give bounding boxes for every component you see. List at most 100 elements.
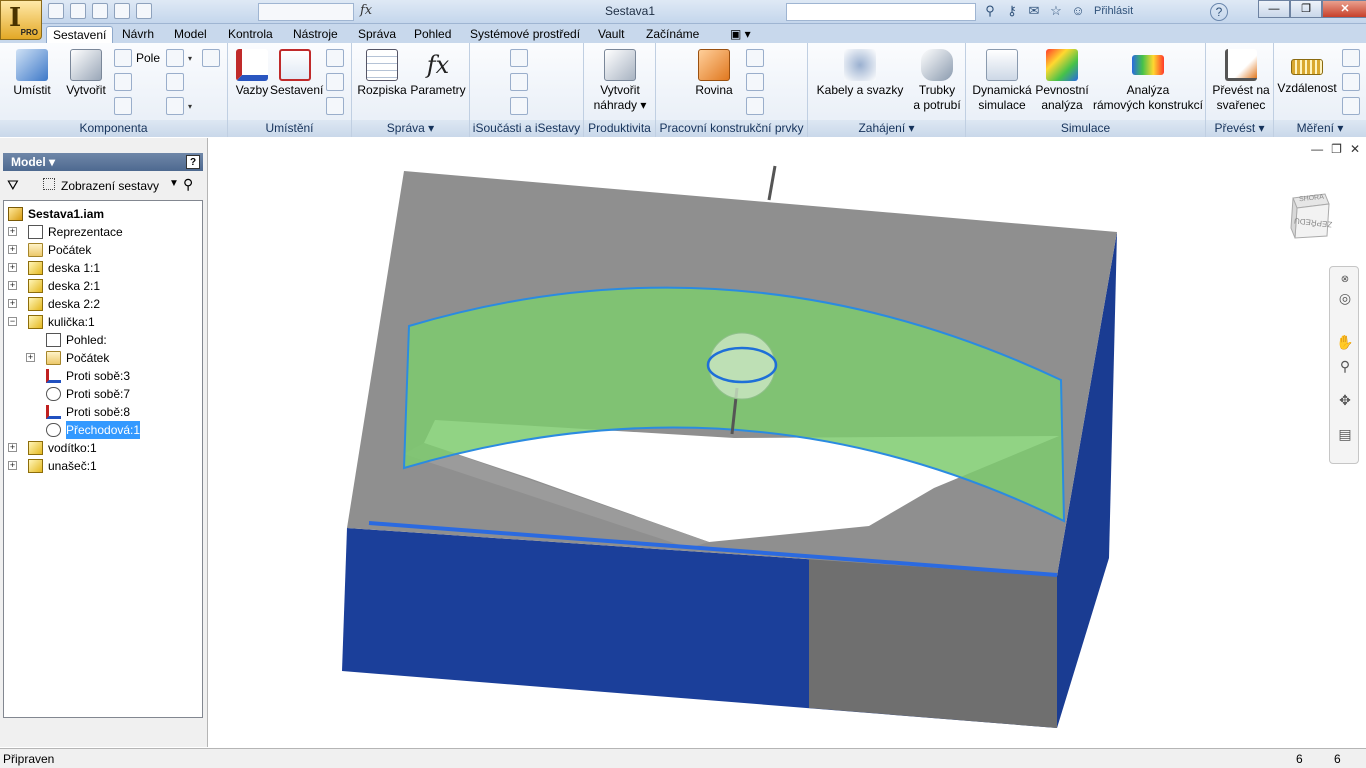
help-icon[interactable]: ? — [1210, 3, 1228, 21]
pattern-icon[interactable] — [114, 49, 132, 67]
pevnostni-analyza-button[interactable]: Pevnostní analýza — [1034, 49, 1090, 113]
tree-item[interactable]: + unašeč:1 — [4, 457, 200, 475]
grid-icon[interactable] — [202, 49, 220, 67]
tree-item[interactable]: + deska 2:1 — [4, 277, 200, 295]
edit-icon[interactable] — [166, 73, 184, 91]
application-menu-button[interactable]: I PRO — [0, 0, 42, 40]
vytvorit-nahrady-button[interactable]: Vytvořit náhrady ▾ — [588, 49, 652, 113]
kabely-button[interactable]: Kabely a svazky — [812, 49, 908, 98]
tree-expander[interactable]: + — [8, 443, 17, 452]
measure-angle-icon[interactable] — [1342, 49, 1360, 67]
close-button[interactable]: ✕ — [1322, 0, 1366, 18]
assembly-view-dropdown[interactable]: ▼ — [169, 178, 179, 189]
tree-item[interactable]: Sestava1.iam — [4, 205, 200, 223]
measure-loop-icon[interactable] — [1342, 73, 1360, 91]
panel-title-mereni[interactable]: Měření ▾ — [1274, 120, 1366, 137]
pole-label[interactable]: Pole — [136, 51, 160, 65]
undo-icon[interactable] — [114, 3, 130, 19]
ucs-icon[interactable] — [746, 97, 764, 115]
tree-expander[interactable]: − — [8, 317, 17, 326]
tree-item[interactable]: + Počátek — [4, 241, 200, 259]
qat-appearance-field[interactable] — [258, 3, 354, 21]
mirror-icon[interactable] — [114, 73, 132, 91]
shrinkwrap-dropdown[interactable]: ▾ — [188, 102, 192, 111]
model-scene[interactable] — [209, 138, 1366, 747]
replace-dropdown[interactable]: ▾ — [188, 54, 192, 63]
viewcube[interactable]: SHORA ZEPŘEDU — [1287, 188, 1333, 240]
prevest-svarenec-button[interactable]: Převést na svařenec — [1210, 49, 1272, 113]
tree-item[interactable]: Proti sobě:3 — [4, 367, 200, 385]
ramova-analyza-button[interactable]: Analýza rámových konstrukcí — [1090, 49, 1206, 113]
user-icon[interactable]: ☺ — [1070, 3, 1086, 19]
ipart-table-icon[interactable] — [510, 73, 528, 91]
redo-icon[interactable] — [136, 3, 152, 19]
close-icon[interactable]: ⊗ — [1336, 271, 1354, 289]
open-icon[interactable] — [70, 3, 86, 19]
sign-in-link[interactable]: Přihlásit — [1094, 5, 1184, 19]
save-icon[interactable] — [92, 3, 108, 19]
joint-icon[interactable] — [326, 97, 344, 115]
maximize-button[interactable]: ❐ — [1290, 0, 1322, 18]
create-ipart-icon[interactable] — [510, 49, 528, 67]
funnel-icon[interactable]: ⛛ — [7, 177, 19, 194]
panel-title-sprava[interactable]: Správa ▾ — [352, 120, 469, 137]
work-axis-icon[interactable] — [746, 49, 764, 67]
orbit-icon[interactable]: ✥ — [1336, 391, 1354, 409]
key-icon[interactable]: ⚷ — [1004, 3, 1020, 19]
vytvorit-button[interactable]: Vytvořit — [60, 49, 112, 98]
tree-item[interactable]: − kulička:1 — [4, 313, 200, 331]
zoom-icon[interactable]: ⚲ — [1336, 357, 1354, 375]
tab-model[interactable]: Model — [168, 26, 213, 43]
tab-pohled[interactable]: Pohled — [408, 26, 457, 43]
panel-title-prevest[interactable]: Převést ▾ — [1206, 120, 1273, 137]
tree-expander[interactable]: + — [8, 299, 17, 308]
tree-item[interactable]: Proti sobě:8 — [4, 403, 200, 421]
tree-item[interactable]: + deska 2:2 — [4, 295, 200, 313]
tab-systemove-prostredi[interactable]: Systémové prostředí — [464, 26, 586, 43]
parametry-button[interactable]: fx Parametry — [408, 49, 468, 98]
binoculars-icon[interactable]: ⚲ — [982, 3, 998, 19]
rotate-icon[interactable] — [326, 73, 344, 91]
tree-item[interactable]: Pohled: — [4, 331, 200, 349]
work-point-icon[interactable] — [746, 73, 764, 91]
vzdalenost-button[interactable]: Vzdálenost — [1276, 49, 1338, 96]
copy-icon[interactable] — [114, 97, 132, 115]
look-at-icon[interactable]: ▤ — [1336, 425, 1354, 443]
measure-area-icon[interactable] — [1342, 97, 1360, 115]
tree-expander[interactable]: + — [8, 461, 17, 470]
tree-item[interactable]: + Počátek — [4, 349, 200, 367]
assembly-view-label[interactable]: Zobrazení sestavy — [61, 179, 159, 193]
rovina-button[interactable]: Rovina — [686, 49, 742, 98]
graphics-window[interactable]: — ❐ ✕ SHORA ZEPŘEDU ⊗ ◎ ✋ ⚲ ✥ ▤ — [209, 138, 1366, 747]
tab-sestaveni[interactable]: Sestavení — [46, 26, 114, 43]
move-icon[interactable] — [326, 49, 344, 67]
qat-fx-icon[interactable]: fx — [360, 3, 372, 18]
tab-more-dropdown[interactable]: ▣ ▾ — [724, 26, 757, 43]
help-search-input[interactable] — [786, 3, 976, 21]
tree-item[interactable]: + Reprezentace — [4, 223, 200, 241]
minimize-button[interactable]: — — [1258, 0, 1290, 18]
pan-icon[interactable]: ✋ — [1336, 333, 1354, 351]
browser-header[interactable]: Model ▾ ? — [3, 153, 203, 171]
subscription-icon[interactable]: ✉ — [1026, 3, 1042, 19]
tree-expander[interactable]: + — [8, 227, 17, 236]
tree-item[interactable]: + vodítko:1 — [4, 439, 200, 457]
dynamicka-simulace-button[interactable]: Dynamická simulace — [970, 49, 1034, 113]
tree-expander[interactable]: + — [26, 353, 35, 362]
new-icon[interactable] — [48, 3, 64, 19]
tree-item[interactable]: Proti sobě:7 — [4, 385, 200, 403]
steering-wheel-icon[interactable]: ◎ — [1336, 289, 1354, 307]
tree-expander[interactable]: + — [8, 245, 17, 254]
browser-title[interactable]: Model ▾ — [11, 155, 55, 169]
tab-zaciname[interactable]: Začínáme — [640, 26, 705, 43]
star-icon[interactable]: ☆ — [1048, 3, 1064, 19]
tab-navrh[interactable]: Návrh — [116, 26, 160, 43]
rozpiska-button[interactable]: Rozpiska — [356, 49, 408, 98]
binoculars-icon[interactable]: ⚲ — [183, 176, 193, 193]
shrinkwrap-icon[interactable] — [166, 97, 184, 115]
tab-nastroje[interactable]: Nástroje — [287, 26, 344, 43]
trubky-button[interactable]: Trubky a potrubí — [910, 49, 964, 113]
vazby-button[interactable]: Vazby — [232, 49, 272, 98]
tab-kontrola[interactable]: Kontrola — [222, 26, 279, 43]
ipart-author-icon[interactable] — [510, 97, 528, 115]
